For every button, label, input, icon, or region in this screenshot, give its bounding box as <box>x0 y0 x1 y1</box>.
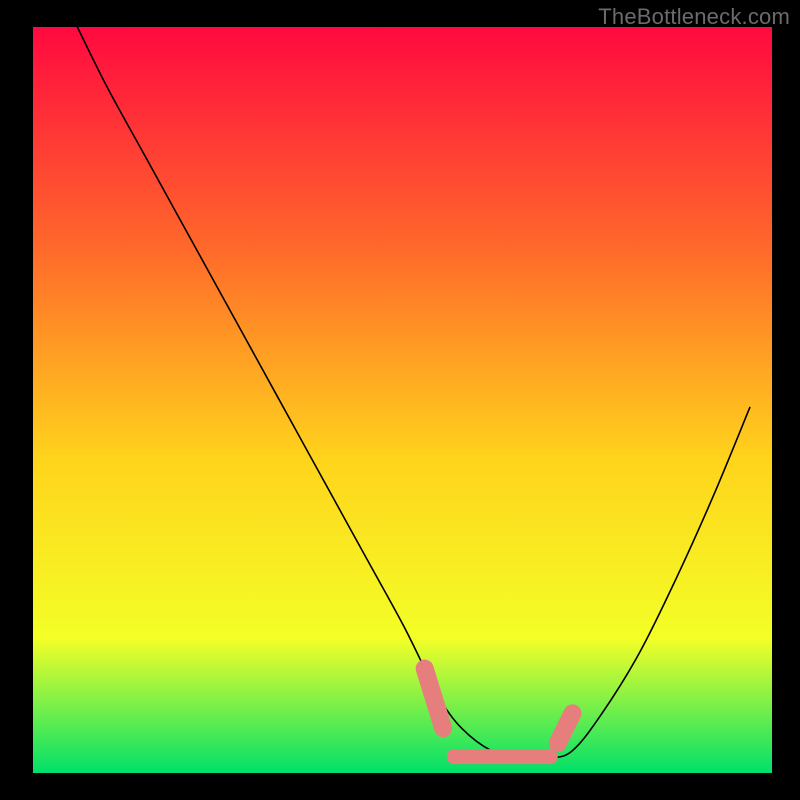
plot-background <box>33 27 772 773</box>
bottleneck-chart: TheBottleneck.com <box>0 0 800 800</box>
watermark-label: TheBottleneck.com <box>598 4 790 30</box>
chart-svg <box>0 0 800 800</box>
